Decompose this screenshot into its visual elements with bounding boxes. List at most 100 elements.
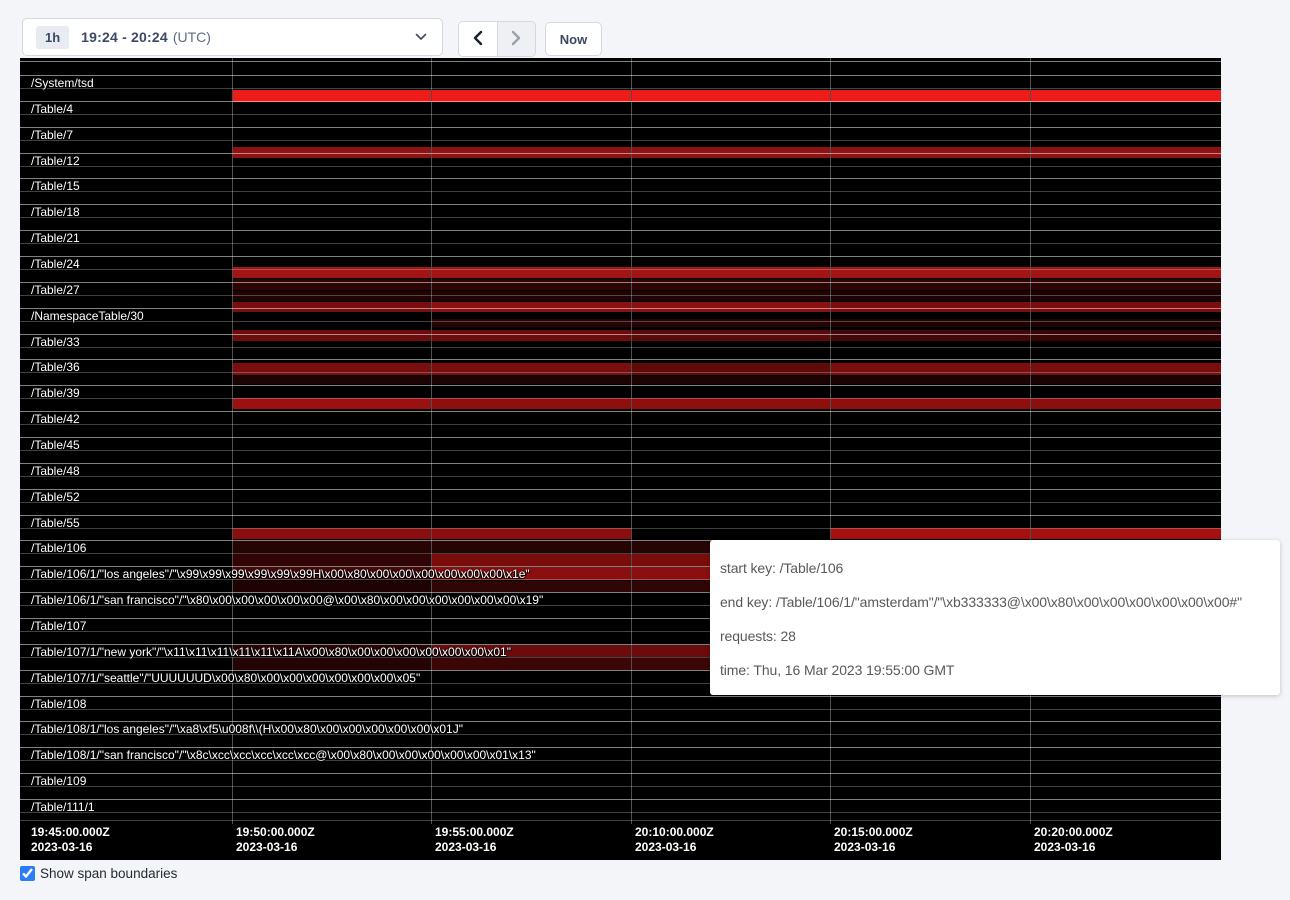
show-span-boundaries-label: Show span boundaries (40, 866, 177, 881)
heatmap-band-cell[interactable] (232, 279, 431, 290)
heatmap-band-cell[interactable] (1030, 279, 1221, 290)
heatmap-band-cell[interactable] (830, 363, 1030, 375)
heatmap-band-cell[interactable] (1030, 291, 1221, 301)
tooltip-end-key: end key: /Table/106/1/"amsterdam"/"\xb33… (720, 585, 1270, 619)
span-boundary-line (20, 88, 1221, 89)
span-boundary-line (20, 191, 1221, 192)
row-key-label: /Table/24 (31, 257, 80, 271)
row-key-label: /Table/21 (31, 231, 80, 245)
heatmap-band-cell[interactable] (232, 363, 431, 375)
heatmap-band-cell[interactable] (830, 330, 1030, 341)
heatmap-band-cell[interactable] (830, 528, 1030, 539)
span-boundary-line (20, 786, 1221, 787)
heatmap-band-cell[interactable] (1030, 376, 1221, 384)
heatmap-band-cell[interactable] (431, 541, 631, 553)
heatmap-band-cell[interactable] (232, 658, 431, 670)
row-key-label: /Table/15 (31, 179, 80, 193)
span-boundary-line (20, 127, 1221, 128)
row-key-label: /Table/108 (31, 697, 86, 711)
tooltip-time: time: Thu, 16 Mar 2023 19:55:00 GMT (720, 653, 1270, 687)
row-key-label: /Table/106/1/"san francisco"/"\x80\x00\x… (31, 593, 543, 607)
heatmap-band-cell[interactable] (1030, 528, 1221, 539)
row-key-label: /Table/48 (31, 464, 80, 478)
span-boundary-line (20, 385, 1221, 386)
heatmap-band-cell[interactable] (431, 363, 631, 375)
span-boundary-line (20, 153, 1221, 154)
x-axis-time-label: 20:15:00.000Z (834, 825, 913, 840)
x-axis-time-label: 20:20:00.000Z (1034, 825, 1113, 840)
x-axis-date-label: 2023-03-16 (1034, 840, 1095, 855)
span-boundary-line (20, 398, 1221, 399)
next-time-button[interactable] (497, 22, 536, 56)
heatmap-band-cell[interactable] (1030, 363, 1221, 375)
show-span-boundaries-checkbox[interactable] (20, 866, 35, 881)
previous-time-button[interactable] (459, 22, 497, 56)
span-boundary-line (20, 75, 1221, 76)
now-button[interactable]: Now (545, 22, 602, 56)
heatmap-band-cell[interactable] (431, 376, 631, 384)
row-key-label: /Table/39 (31, 386, 80, 400)
heatmap-band-cell[interactable] (232, 291, 431, 301)
time-range-select[interactable]: 1h 19:24 - 20:24 (UTC) (22, 18, 443, 56)
heatmap-band-cell[interactable] (1030, 398, 1221, 409)
heatmap-band-cell[interactable] (232, 528, 431, 539)
x-axis-time-label: 19:45:00.000Z (31, 825, 110, 840)
chevron-left-icon (471, 30, 485, 49)
heatmap-band-cell[interactable] (232, 554, 431, 566)
heatmap-band-cell[interactable] (232, 302, 431, 312)
heatmap-band-cell[interactable] (1030, 302, 1221, 312)
heatmap-band-cell[interactable] (431, 398, 631, 409)
heatmap-band-cell[interactable] (431, 581, 631, 592)
row-key-label: /Table/4 (31, 102, 73, 116)
span-boundary-line (20, 347, 1221, 348)
heatmap-band-cell[interactable] (830, 279, 1030, 290)
heatmap-band-cell[interactable] (232, 376, 431, 384)
heatmap-band-cell[interactable] (631, 291, 830, 301)
span-boundary-line (20, 502, 1221, 503)
span-boundary-line (20, 61, 1221, 62)
heatmap-band-cell[interactable] (830, 398, 1030, 409)
x-axis-date-label: 2023-03-16 (31, 840, 92, 855)
x-axis-time-label: 19:55:00.000Z (435, 825, 514, 840)
heatmap-band-cell[interactable] (431, 279, 631, 290)
heatmap-band-cell[interactable] (631, 376, 830, 384)
chevron-down-icon (415, 33, 427, 41)
span-boundary-line (20, 773, 1221, 774)
tooltip-start-key: start key: /Table/106 (720, 551, 1270, 585)
span-boundary-line (20, 359, 1221, 360)
heatmap-band-cell[interactable] (232, 330, 431, 341)
span-boundary-line (20, 334, 1221, 335)
heatmap-band-cell[interactable] (431, 658, 631, 670)
row-key-label: /Table/45 (31, 438, 80, 452)
heatmap-band-cell[interactable] (431, 330, 631, 341)
heatmap-band-cell[interactable] (830, 291, 1030, 301)
heatmap-band-cell[interactable] (232, 581, 431, 592)
heatmap-band-cell[interactable] (631, 302, 830, 312)
heatmap-band-cell[interactable] (431, 554, 631, 566)
heatmap-band-cell[interactable] (631, 279, 830, 290)
heatmap-band-cell[interactable] (631, 398, 830, 409)
heatmap-band-cell[interactable] (431, 302, 631, 312)
heatmap-band-cell[interactable] (631, 363, 830, 375)
heatmap-band-cell[interactable] (830, 376, 1030, 384)
span-boundary-line (20, 243, 1221, 244)
row-key-label: /Table/106 (31, 541, 86, 555)
span-boundary-line (20, 696, 1221, 697)
span-boundary-line (20, 308, 1221, 309)
time-range-badge: 1h (36, 26, 69, 49)
heatmap-band-cell[interactable] (1030, 330, 1221, 341)
heatmap-band-cell[interactable] (232, 398, 431, 409)
heatmap-band-cell[interactable] (830, 302, 1030, 312)
key-visualizer-canvas[interactable]: /System/tsd/Table/4/Table/7/Table/12/Tab… (20, 58, 1221, 860)
span-boundary-line (20, 528, 1221, 529)
row-key-label: /Table/106/1/"los angeles"/"\x99\x99\x99… (31, 567, 530, 581)
heatmap-band-cell[interactable] (232, 541, 431, 553)
row-key-label: /Table/107/1/"new york"/"\x11\x11\x11\x1… (31, 645, 511, 659)
x-axis-time-label: 19:50:00.000Z (236, 825, 315, 840)
span-boundary-line (20, 489, 1221, 490)
heatmap-band-cell[interactable] (431, 528, 631, 539)
heatmap-band-cell[interactable] (431, 291, 631, 301)
row-key-label: /Table/108/1/"los angeles"/"\xa8\xf5\u00… (31, 722, 463, 736)
heatmap-band-cell[interactable] (631, 330, 830, 341)
span-boundary-line (20, 709, 1221, 710)
